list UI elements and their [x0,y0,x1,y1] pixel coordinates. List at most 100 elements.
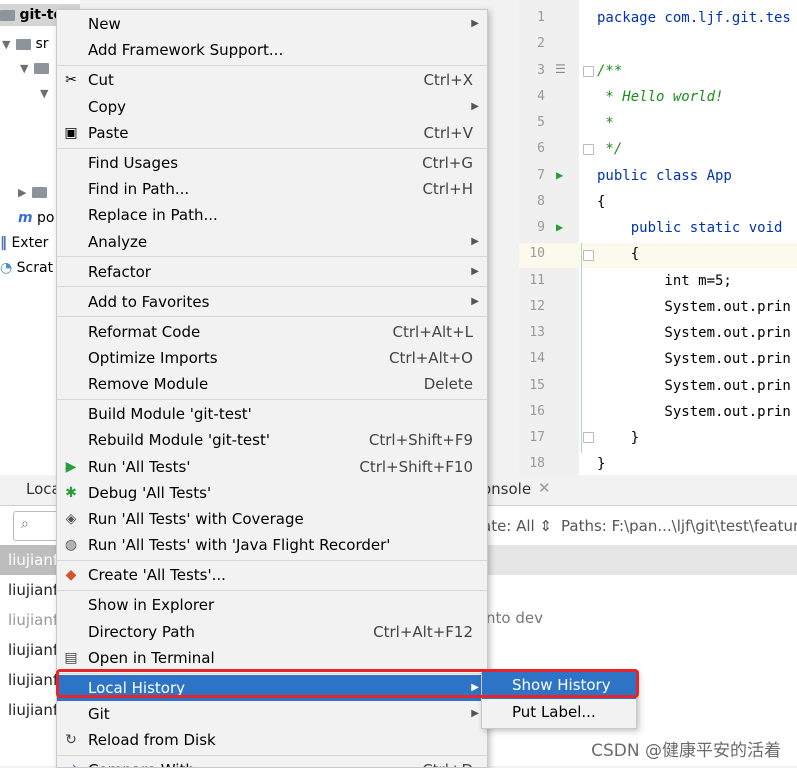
menu-item-paste[interactable]: ▣ Paste Ctrl+V [57,120,487,146]
menu-item-label: Build Module 'git-test' [88,405,252,423]
compare-icon: ⇄ [63,762,79,767]
watermark: CSDN @健康平安的活着 [591,741,781,761]
code-line: public static void [597,220,783,236]
line-number: 14 [529,351,545,366]
commit-row[interactable]: liujianf [0,695,64,725]
menu-item-refactor[interactable]: Refactor ▶ [57,259,487,285]
menu-item-label: Find in Path... [88,180,190,198]
date-filter-label: ate: All [482,517,535,535]
menu-item-optimize-imports[interactable]: Optimize Imports Ctrl+Alt+O [57,345,487,371]
code-line: { [597,246,640,262]
line-number: 2 [537,36,545,51]
terminal-icon: ▤ [64,650,78,666]
menu-item-build-module[interactable]: Build Module 'git-test' [57,401,487,427]
menu-item-add-framework-support[interactable]: Add Framework Support... [57,37,487,63]
commit-row[interactable]: liujianf [0,545,64,575]
menu-item-create-all-tests[interactable]: ◆ Create 'All Tests'... [57,562,487,588]
menu-item-add-to-favorites[interactable]: Add to Favorites ▶ [57,289,487,315]
folder-icon [32,186,47,198]
line-number: 8 [537,194,545,209]
run-class-icon[interactable]: ▶ [556,168,563,182]
tab-console[interactable]: onsole [482,480,531,498]
menu-item-open-in-terminal[interactable]: ▤ Open in Terminal [57,645,487,671]
chevron-down-icon[interactable]: ▼ [40,83,54,105]
tree-item-main[interactable]: ▼ [20,57,49,79]
create-config-icon: ◆ [65,567,77,583]
menu-item-run-with-jfr[interactable]: ◍ Run 'All Tests' with 'Java Flight Recor… [57,532,487,558]
menu-item-label: Find Usages [88,154,179,172]
menu-item-new[interactable]: New ▶ [57,11,487,37]
menu-item-debug-all-tests[interactable]: ✱ Debug 'All Tests' [57,480,487,506]
fold-icon[interactable] [583,432,594,443]
menu-item-label: Git [88,705,110,723]
commit-row[interactable]: liujianf [0,575,64,605]
menu-item-label: Run 'All Tests' with 'Java Flight Record… [88,536,391,554]
fold-icon[interactable] [583,66,594,77]
run-method-icon[interactable]: ▶ [556,220,563,234]
line-number: 13 [529,325,545,340]
menu-item-git[interactable]: Git ▶ [57,701,487,727]
tree-item-test[interactable]: ▶ [18,181,47,203]
code-line: * [597,115,614,131]
menu-shortcut: Ctrl+Shift+F10 [359,458,473,476]
date-filter[interactable]: ate: All ⇕ [482,517,552,535]
menu-item-remove-module[interactable]: Remove Module Delete [57,371,487,397]
highlight-annotation-box [56,669,639,698]
line-number: 17 [529,430,545,445]
chevron-down-icon[interactable]: ▼ [2,34,16,56]
paths-filter[interactable]: Paths: F:\pan...\ljf\git\test\feature [561,517,797,535]
tree-item-external-libraries[interactable]: ‖ Exter [0,232,48,254]
menu-item-run-with-coverage[interactable]: ◈ Run 'All Tests' with Coverage [57,506,487,532]
fold-icon[interactable] [583,250,594,261]
menu-item-compare-with[interactable]: ⇄ Compare With... Ctrl+D [57,757,487,767]
folder-icon [16,38,31,50]
code-line: public class App [597,168,732,184]
tree-item-scratches[interactable]: ◔ Scrat [0,257,53,279]
menu-item-label: Create 'All Tests'... [88,566,226,584]
menu-item-replace-in-path[interactable]: Replace in Path... [57,202,487,228]
menu-item-directory-path[interactable]: Directory Path Ctrl+Alt+F12 [57,619,487,645]
chevron-down-icon[interactable]: ▼ [20,58,34,80]
line-number: 11 [529,273,545,288]
menu-shortcut: Ctrl+Alt+O [389,349,473,367]
code-line: */ [597,141,623,157]
commit-row[interactable]: liujianf [0,605,64,635]
menu-item-label: Add Framework Support... [88,41,284,59]
chevron-right-icon[interactable]: ▶ [18,182,32,204]
menu-shortcut: Ctrl+Alt+F12 [373,623,473,641]
menu-item-label: New [88,15,121,33]
code-line: System.out.prin [597,378,791,394]
log-search-input[interactable]: ⌕ [13,511,59,541]
menu-item-reformat-code[interactable]: Reformat Code Ctrl+Alt+L [57,319,487,345]
tree-item-src[interactable]: ▼ sr [2,33,49,55]
scissors-icon: ✂ [65,72,77,88]
fold-icon[interactable] [583,144,594,155]
code-line: } [597,430,640,446]
commit-message: nto dev [486,609,543,627]
menu-item-rebuild-module[interactable]: Rebuild Module 'git-test' Ctrl+Shift+F9 [57,427,487,453]
submenu-item-put-label[interactable]: Put Label... [482,699,636,726]
menu-separator [57,148,487,149]
tree-item-pom[interactable]: m po [18,207,55,229]
menu-item-cut[interactable]: ✂ Cut Ctrl+X [57,67,487,93]
code-editor[interactable]: 1 2 3 4 5 6 7 8 9 10 11 12 13 14 15 16 1… [519,0,797,475]
tree-item-java[interactable]: ▼ [40,82,54,104]
menu-item-find-in-path[interactable]: Find in Path... Ctrl+H [57,176,487,202]
tree-root[interactable]: git-te [0,4,63,26]
commit-row[interactable]: liujianf [0,635,64,665]
menu-item-label: Reformat Code [88,323,201,341]
menu-item-analyze[interactable]: Analyze ▶ [57,229,487,255]
menu-item-reload-from-disk[interactable]: ↻ Reload from Disk [57,727,487,753]
menu-item-show-in-explorer[interactable]: Show in Explorer [57,592,487,618]
menu-item-copy[interactable]: Copy ▶ [57,94,487,120]
doc-comment-icon[interactable]: ☰ [555,62,566,76]
menu-item-find-usages[interactable]: Find Usages Ctrl+G [57,150,487,176]
folder-icon [34,62,49,74]
libraries-icon: ‖ [0,235,7,251]
menu-separator [57,560,487,561]
close-icon[interactable]: ✕ [538,479,551,497]
menu-item-label: Cut [88,71,114,89]
menu-item-run-all-tests[interactable]: ▶ Run 'All Tests' Ctrl+Shift+F10 [57,454,487,480]
commit-row[interactable]: liujianf [0,665,64,695]
submenu-arrow-icon: ▶ [471,296,479,307]
